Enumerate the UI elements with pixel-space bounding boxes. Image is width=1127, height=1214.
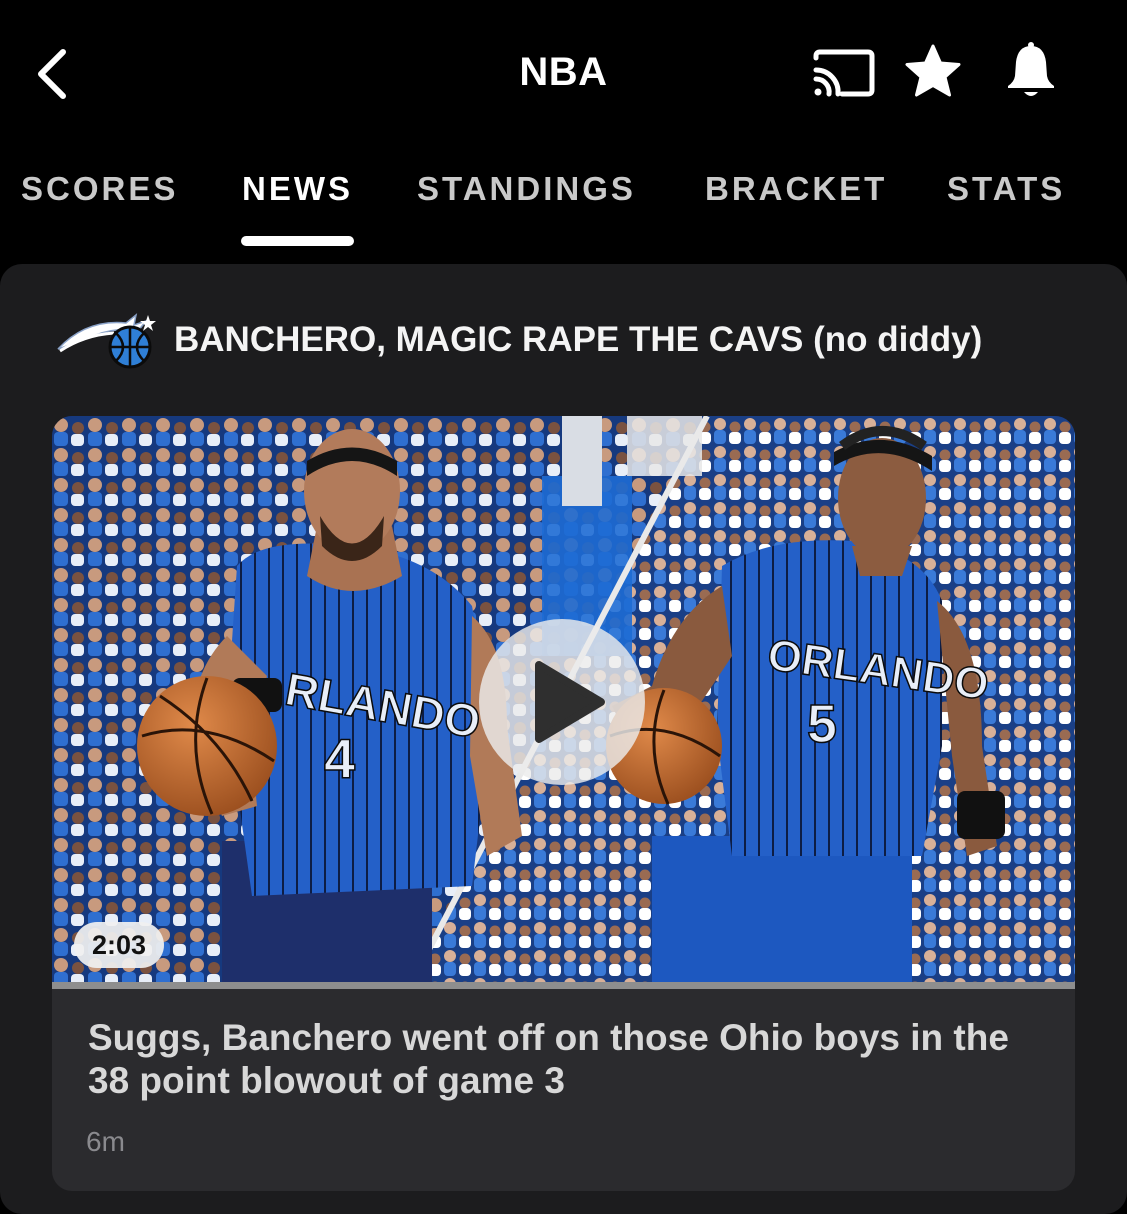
active-tab-indicator: [241, 236, 354, 246]
tab-scores[interactable]: SCORES: [21, 170, 178, 208]
cast-icon: [813, 49, 875, 97]
story-timestamp: 6m: [86, 1126, 125, 1157]
favorite-button[interactable]: [903, 42, 963, 102]
story-title[interactable]: Suggs, Banchero went off on those Ohio b…: [88, 1016, 1038, 1102]
top-bar: NBA: [0, 0, 1127, 150]
cast-button[interactable]: [810, 44, 876, 100]
card-headline: BANCHERO, MAGIC RAPE THE CAVS (no diddy): [174, 320, 982, 360]
notifications-button[interactable]: [1000, 40, 1062, 102]
orlando-magic-logo-icon: [57, 313, 156, 369]
headline-main: BANCHERO, MAGIC RAPE THE CAVS: [174, 320, 804, 359]
card-header[interactable]: BANCHERO, MAGIC RAPE THE CAVS (no diddy): [56, 304, 982, 376]
svg-text:4: 4: [324, 727, 355, 790]
tab-bar: SCORES NEWS STANDINGS BRACKET STATS: [0, 150, 1127, 246]
news-card: BANCHERO, MAGIC RAPE THE CAVS (no diddy): [0, 264, 1127, 1214]
headline-paren: (no diddy): [813, 320, 983, 359]
star-icon: [905, 44, 961, 97]
bell-icon: [1008, 42, 1054, 96]
play-icon: [535, 661, 605, 743]
tab-news[interactable]: NEWS: [242, 170, 353, 208]
tab-bracket[interactable]: BRACKET: [705, 170, 887, 208]
svg-text:5: 5: [807, 694, 837, 754]
video-duration-badge: 2:03: [74, 922, 165, 968]
video-story[interactable]: RLANDO 4 ORLANDO 5 2:03 Suggs, Banchero …: [52, 416, 1075, 1191]
video-progress-track: [52, 982, 1075, 989]
play-button[interactable]: [479, 619, 645, 785]
tab-standings[interactable]: STANDINGS: [417, 170, 636, 208]
tab-stats[interactable]: STATS: [947, 170, 1065, 208]
